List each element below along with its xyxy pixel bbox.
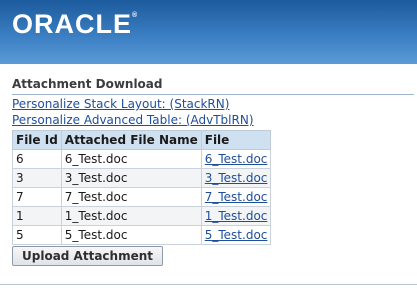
file-id-cell: 3	[12, 168, 62, 188]
file-id-cell: 1	[12, 206, 62, 226]
upload-attachment-button[interactable]: Upload Attachment	[12, 246, 163, 266]
file-id-cell: 5	[12, 225, 62, 245]
column-header-file[interactable]: File	[200, 130, 272, 150]
file-cell: 7_Test.doc	[200, 187, 272, 207]
file-download-link[interactable]: 6_Test.doc	[205, 152, 268, 166]
table-row: 7 7_Test.doc 7_Test.doc	[12, 187, 272, 207]
oracle-logo: ORACLE®	[12, 9, 137, 40]
oracle-banner: ORACLE®	[0, 0, 417, 64]
title-divider	[12, 94, 414, 95]
table-row: 6 6_Test.doc 6_Test.doc	[12, 149, 272, 169]
page-title: Attachment Download	[12, 77, 163, 91]
file-name-cell: 5_Test.doc	[60, 225, 202, 245]
table-row: 5 5_Test.doc 5_Test.doc	[12, 225, 272, 245]
file-id-cell: 6	[12, 149, 62, 169]
footer-divider	[0, 284, 417, 285]
file-cell: 1_Test.doc	[200, 206, 272, 226]
file-name-cell: 7_Test.doc	[60, 187, 202, 207]
file-id-cell: 7	[12, 187, 62, 207]
file-cell: 5_Test.doc	[200, 225, 272, 245]
attachments-table: File Id Attached File Name File 6 6_Test…	[12, 130, 272, 245]
file-download-link[interactable]: 1_Test.doc	[205, 209, 268, 223]
personalize-table-link[interactable]: Personalize Advanced Table: (AdvTblRN)	[12, 113, 254, 127]
table-header-row: File Id Attached File Name File	[12, 130, 272, 150]
file-cell: 6_Test.doc	[200, 149, 272, 169]
personalize-stack-link[interactable]: Personalize Stack Layout: (StackRN)	[12, 97, 229, 111]
logo-text: ORACLE	[12, 9, 132, 39]
file-name-cell: 6_Test.doc	[60, 149, 202, 169]
file-download-link[interactable]: 3_Test.doc	[205, 171, 268, 185]
file-download-link[interactable]: 7_Test.doc	[205, 190, 268, 204]
file-name-cell: 3_Test.doc	[60, 168, 202, 188]
file-download-link[interactable]: 5_Test.doc	[205, 228, 268, 242]
column-header-attached-file-name[interactable]: Attached File Name	[60, 130, 202, 150]
table-row: 3 3_Test.doc 3_Test.doc	[12, 168, 272, 188]
file-name-cell: 1_Test.doc	[60, 206, 202, 226]
registered-mark: ®	[132, 12, 138, 19]
table-row: 1 1_Test.doc 1_Test.doc	[12, 206, 272, 226]
column-header-file-id[interactable]: File Id	[12, 130, 62, 150]
file-cell: 3_Test.doc	[200, 168, 272, 188]
